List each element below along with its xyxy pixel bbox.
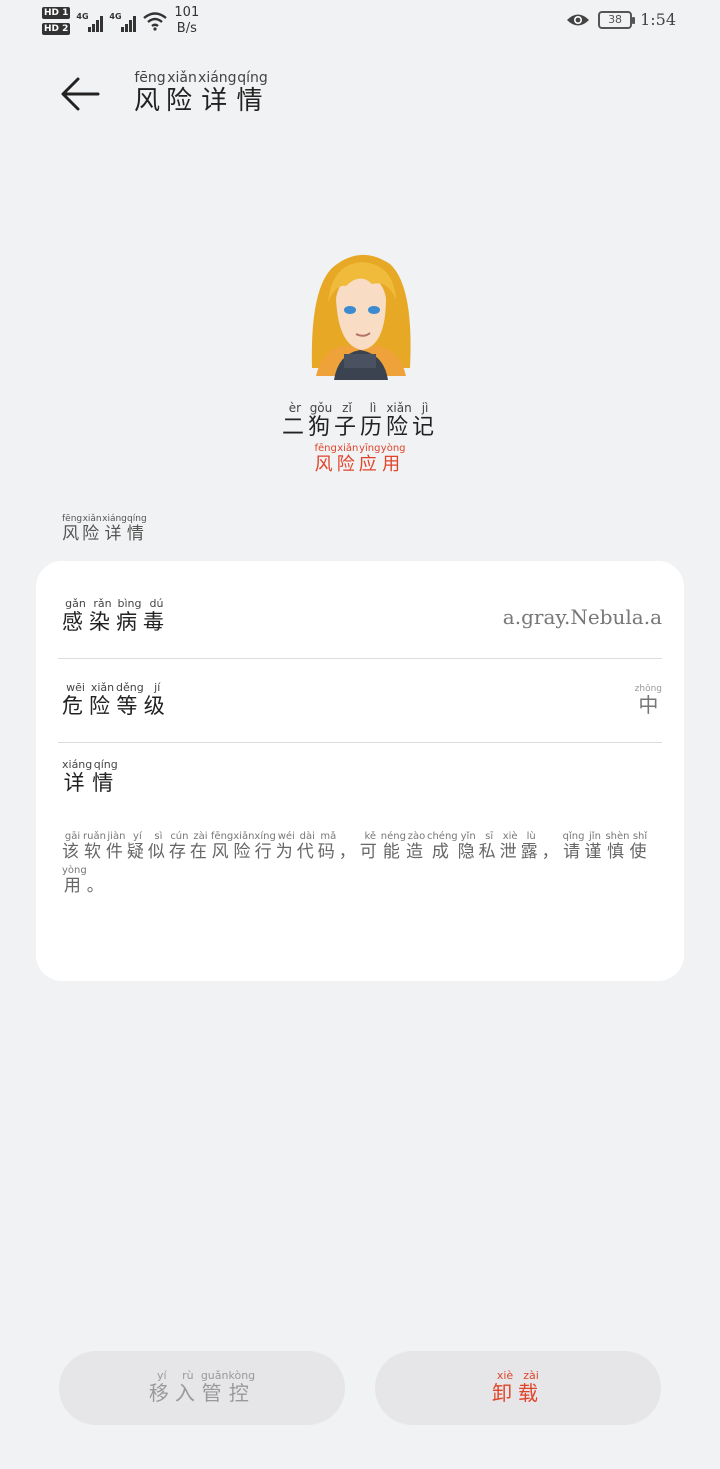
ruby-char: 感gǎn	[62, 596, 89, 634]
ruby-char: 子zǐ	[333, 401, 360, 440]
ruby-char: 管guǎn	[200, 1369, 229, 1405]
ruby-char: 造zào	[405, 831, 427, 862]
ruby-char: 似sì	[147, 831, 169, 862]
ruby-char: 谨jǐn	[584, 831, 606, 862]
ruby-char: 毒dú	[143, 596, 170, 634]
ruby-char: 控kòng	[228, 1369, 256, 1405]
ruby-char: 隐yǐn	[457, 831, 479, 862]
ruby-char: 露lù	[520, 831, 542, 862]
ruby-char: 记jì	[412, 401, 439, 440]
eye-icon	[567, 14, 590, 25]
ruby-char: 险xiǎn	[89, 680, 116, 718]
ruby-char: 险xiǎn	[166, 70, 199, 116]
virus-value: a.gray.Nebula.a	[502, 604, 662, 629]
risk-level-value: 中zhōng	[634, 683, 662, 717]
ruby-char: 可kě	[359, 831, 381, 862]
ruby-char: 情qíng	[236, 70, 269, 116]
app-info: 二èr狗gǒu子zǐ历lì险xiǎn记jì 风fēng险xiǎn应yīng用yò…	[0, 250, 720, 476]
ruby-char: 用yòng	[62, 865, 87, 896]
risk-app-badge: 风fēng险xiǎn应yīng用yòng	[0, 443, 720, 476]
status-bar: HD 1 HD 2 4G 4G 101 B/s 38 1:54	[0, 0, 720, 48]
ruby-char: 私sī	[478, 831, 500, 862]
battery-icon: 38	[598, 10, 636, 29]
header: 风fēng险xiǎn详xiáng情qíng	[56, 70, 269, 118]
ruby-char: 入rù	[174, 1369, 201, 1405]
ruby-char: 详xiáng	[102, 514, 127, 544]
back-arrow-icon	[61, 77, 100, 111]
virus-label: 感gǎn染rǎn病bìng毒dú	[58, 596, 170, 636]
ruby-char: 疑yí	[126, 831, 148, 862]
ruby-char: 风fēng	[210, 831, 234, 862]
ruby-char: 成chéng	[426, 831, 458, 862]
page-title: 风fēng险xiǎn详xiáng情qíng	[134, 70, 269, 117]
ruby-char: 风fēng	[314, 443, 337, 475]
ruby-char: 存cún	[168, 831, 190, 862]
ruby-char: 泄xiè	[499, 831, 521, 862]
ruby-char: 移yí	[148, 1369, 175, 1405]
ruby-char: 险xiǎn	[336, 443, 359, 475]
ruby-char: 能néng	[380, 831, 406, 862]
ruby-char: 请qǐng	[562, 831, 585, 862]
ruby-char: 代dài	[296, 831, 318, 862]
ruby-char: 用yòng	[380, 443, 406, 475]
sim2-badge: HD 2	[42, 23, 71, 35]
ruby-char: 详xiáng	[62, 758, 93, 795]
ruby-char: 情qíng	[92, 758, 120, 795]
ruby-char: 病bìng	[116, 596, 143, 634]
risk-description: 该gāi软ruǎn件jiàn疑yí似sì存cún在zài风fēng险xiǎn行x…	[62, 831, 652, 903]
virus-row: 感gǎn染rǎn病bìng毒dú a.gray.Nebula.a	[58, 575, 662, 659]
ruby-char: 件jiàn	[105, 831, 127, 862]
ruby-char: 等děng	[116, 680, 144, 718]
ruby-char: 软ruǎn	[83, 831, 106, 862]
app-icon	[311, 254, 411, 380]
signal1-icon: 4G	[76, 10, 104, 32]
back-button[interactable]	[56, 70, 104, 118]
ruby-char: 险xiǎn	[233, 831, 255, 862]
ruby-char: 应yīng	[358, 443, 381, 475]
section-header: 风fēng险xiǎn详xiáng情qíng	[62, 514, 147, 544]
ruby-char: 在zài	[189, 831, 211, 862]
signal2-icon: 4G	[109, 10, 137, 32]
sim1-badge: HD 1	[42, 7, 71, 19]
risk-detail-card: 感gǎn染rǎn病bìng毒dú a.gray.Nebula.a 危wēi险xi…	[36, 561, 684, 981]
ruby-char: 卸xiè	[492, 1369, 518, 1405]
ruby-char: 风fēng	[134, 70, 167, 116]
ruby-char: 风fēng	[62, 514, 83, 544]
detail-label: 详xiáng情qíng	[58, 758, 120, 797]
wifi-icon	[143, 12, 168, 31]
ruby-char: 二èr	[281, 401, 308, 440]
ruby-char: 为wéi	[275, 831, 297, 862]
ruby-char: ，	[338, 842, 360, 862]
uninstall-button[interactable]: 卸xiè 载zài	[375, 1351, 661, 1425]
ruby-char: 。	[86, 876, 108, 896]
network-speed: 101 B/s	[174, 5, 200, 36]
ruby-char: 使shǐ	[629, 831, 651, 862]
clock: 1:54	[640, 10, 676, 29]
ruby-char: 染rǎn	[89, 596, 116, 634]
ruby-char: 码mǎ	[317, 831, 339, 862]
ruby-char: 载zài	[518, 1369, 544, 1405]
ruby-char: 狗gǒu	[307, 401, 334, 440]
ruby-char: 险xiǎn	[386, 401, 413, 440]
ruby-char: ，	[541, 842, 563, 862]
ruby-char: 情qíng	[126, 514, 147, 544]
risk-level-row: 危wēi险xiǎn等děng级jí 中zhōng	[58, 659, 662, 743]
ruby-char: 危wēi	[62, 680, 89, 718]
detail-row: 详xiáng情qíng	[58, 743, 662, 813]
risk-level-label: 危wēi险xiǎn等děng级jí	[58, 680, 171, 720]
ruby-char: 详xiáng	[198, 70, 237, 116]
ruby-char: 险xiǎn	[82, 514, 103, 544]
app-name: 二èr狗gǒu子zǐ历lì险xiǎn记jì	[0, 401, 720, 441]
ruby-char: 历lì	[360, 401, 387, 440]
move-to-control-button[interactable]: 移yí 入rù 管guǎn 控kòng	[59, 1351, 345, 1425]
ruby-char: 级jí	[143, 680, 171, 718]
ruby-char: 该gāi	[62, 831, 83, 862]
ruby-char: 行xíng	[254, 831, 276, 862]
ruby-char: 慎shèn	[605, 831, 630, 862]
